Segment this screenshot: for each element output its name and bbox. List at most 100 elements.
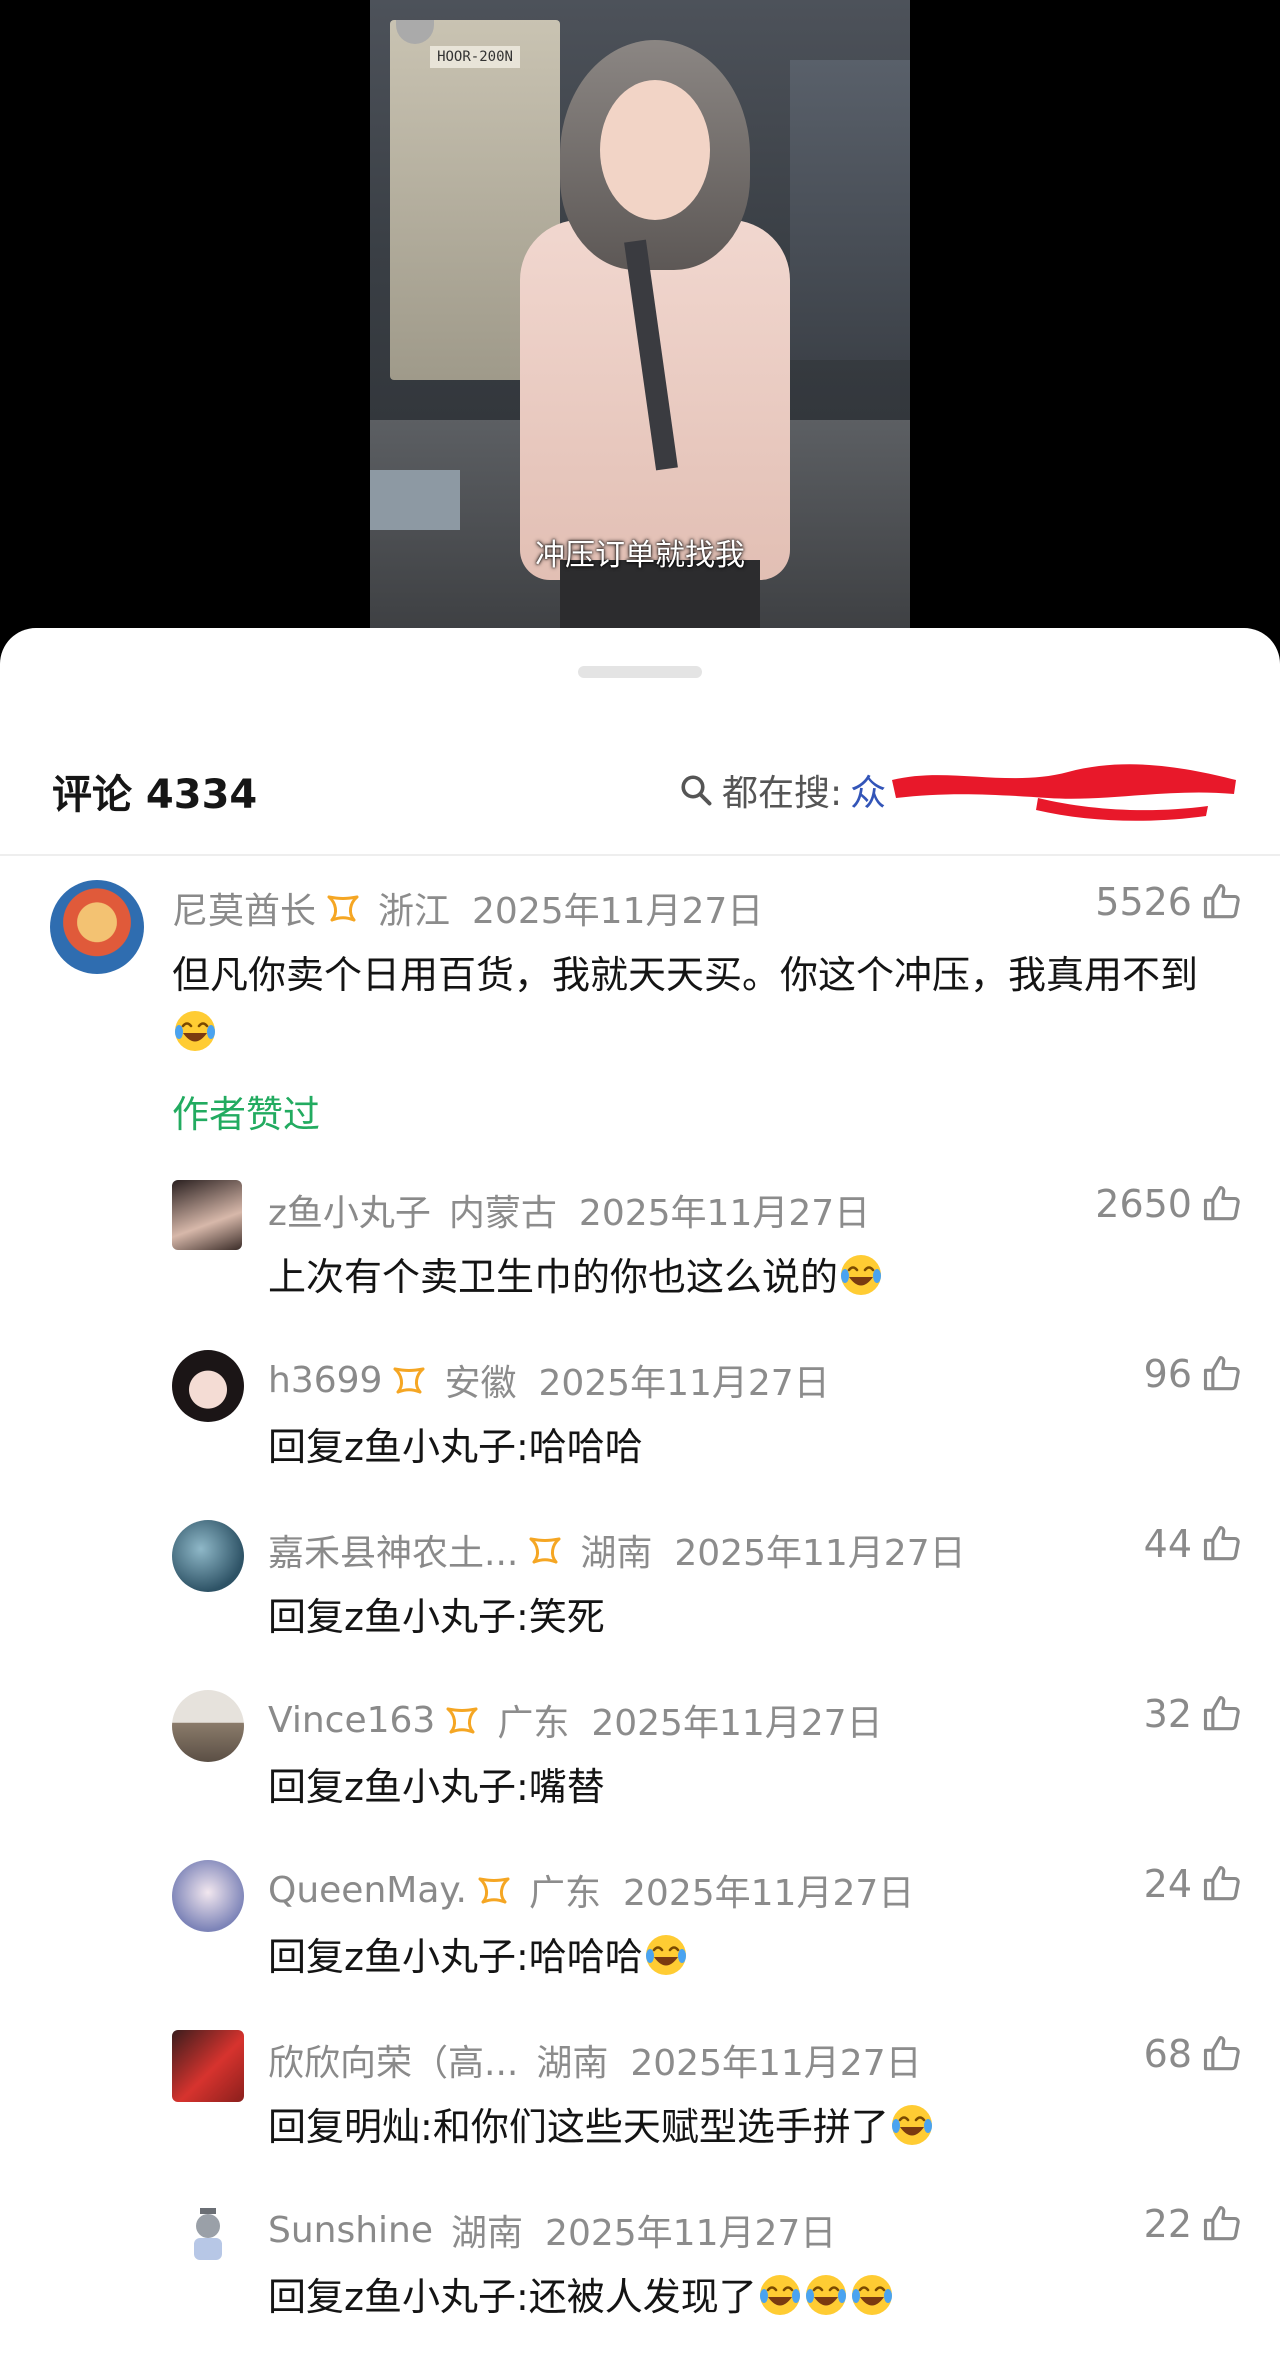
like-count: 2650 [1095, 1182, 1192, 1226]
comment-body: 上次有个卖卫生巾的你也这么说的 [268, 1255, 839, 1299]
comment-body: :嘴替 [515, 1765, 605, 1809]
thumbs-up-icon [1203, 2205, 1240, 2241]
comment-location: 广东 [529, 1873, 602, 1914]
comment-body: :哈哈哈 [515, 1935, 643, 1979]
comment-text: 回复z鱼小丸子:哈哈哈 [268, 1418, 643, 1476]
comments-count-title: 评论 4334 [52, 772, 258, 818]
avatar[interactable] [172, 1350, 244, 1422]
comment-username[interactable]: QueenMay. [268, 1870, 467, 1911]
reply-prefix: 回复 [268, 1425, 345, 1469]
like-button[interactable]: 68 [1144, 2032, 1244, 2076]
like-button[interactable]: 5526 [1095, 880, 1244, 924]
like-button[interactable]: 2650 [1095, 1182, 1244, 1226]
comment-location: 浙江 [378, 891, 451, 932]
thumbs-up-icon [1203, 883, 1240, 919]
comment-meta: 嘉禾县神农土... 湖南 2025年11月27日 [268, 1524, 966, 1576]
comment-username[interactable]: 尼莫酋长 [172, 882, 316, 934]
comment-text: 但凡你卖个日用百货，我就天天买。你这个冲压，我真用不到 [172, 946, 1232, 1062]
avatar[interactable] [172, 1690, 244, 1762]
comment-meta: 尼莫酋长 浙江 2025年11月27日 [172, 882, 763, 934]
comment-date: 2025年11月27日 [623, 1873, 915, 1914]
comment-meta: 欣欣向荣（高... 湖南 2025年11月27日 [268, 2034, 922, 2086]
comment-date: 2025年11月27日 [545, 2213, 837, 2254]
laugh-cry-emoji [759, 2275, 800, 2315]
comment-text: 回复z鱼小丸子:还被人发现了 [268, 2268, 895, 2326]
comment-meta: QueenMay. 广东 2025年11月27日 [268, 1864, 914, 1916]
comment-date: 2025年11月27日 [538, 1363, 830, 1404]
author-liked-label: 作者赞过 [172, 1093, 320, 1136]
avatar[interactable] [172, 1520, 244, 1592]
video-subtitle: 冲压订单就找我 [535, 538, 745, 573]
reply-prefix: 回复 [268, 2275, 345, 2319]
comment-text: 回复明灿:和你们这些天赋型选手拼了 [268, 2098, 935, 2156]
search-hint-prefix: 都在搜: [722, 773, 843, 814]
comment-body: :还被人发现了 [515, 2275, 757, 2319]
comment-text: 上次有个卖卫生巾的你也这么说的 [268, 1248, 1228, 1306]
comment-location: 湖南 [536, 2043, 609, 2084]
comment-location: 湖南 [451, 2213, 524, 2254]
comment-date: 2025年11月27日 [630, 2043, 922, 2084]
comment-username[interactable]: 欣欣向荣（高... [268, 2034, 518, 2086]
video-player[interactable]: HOOR-200N 冲压订单就找我 [0, 0, 1280, 660]
like-button[interactable]: 96 [1144, 1352, 1244, 1396]
creator-badge-icon [446, 1707, 478, 1734]
reply-prefix: 回复 [268, 2105, 345, 2149]
comment-date: 2025年11月27日 [578, 1193, 871, 1234]
like-button[interactable]: 44 [1144, 1522, 1244, 1566]
reply-mention[interactable]: z鱼小丸子 [344, 1425, 516, 1469]
reply-mention[interactable]: z鱼小丸子 [344, 2275, 516, 2319]
reply-mention[interactable]: z鱼小丸子 [344, 1765, 516, 1809]
comment-meta: h3699 安徽 2025年11月27日 [268, 1354, 830, 1406]
thumbs-up-icon [1203, 1695, 1240, 1731]
like-count: 5526 [1095, 880, 1192, 924]
like-count: 24 [1143, 1862, 1192, 1906]
comment-date: 2025年11月27日 [591, 1703, 883, 1744]
thumbs-up-icon [1203, 1355, 1240, 1391]
comment-text: 回复z鱼小丸子:笑死 [268, 1588, 605, 1646]
reply-mention[interactable]: 明灿 [344, 2105, 420, 2149]
comment-text: 回复z鱼小丸子:哈哈哈 [268, 1928, 689, 1986]
reply-mention[interactable]: z鱼小丸子 [344, 1595, 516, 1639]
search-icon [681, 775, 712, 806]
creator-badge-icon [327, 895, 359, 922]
thumbs-up-icon [1203, 1865, 1240, 1901]
comment-username[interactable]: 嘉禾县神农土... [268, 1524, 518, 1576]
laugh-cry-emoji [891, 2105, 932, 2145]
like-count: 32 [1143, 1692, 1192, 1736]
reply-prefix: 回复 [268, 1595, 345, 1639]
avatar[interactable] [172, 1180, 242, 1250]
ceiling-lamp-image [396, 20, 434, 44]
avatar[interactable] [50, 880, 144, 974]
comment-meta: z鱼小丸子 内蒙古 2025年11月27日 [268, 1184, 870, 1236]
trending-search-link[interactable]: 都在搜: 众 [678, 764, 886, 816]
avatar[interactable] [172, 2030, 244, 2102]
thumbs-up-icon [1203, 1525, 1240, 1561]
comment-meta: Vince163 广东 2025年11月27日 [268, 1694, 883, 1746]
comment-location: 湖南 [580, 1533, 653, 1574]
comment-body: 但凡你卖个日用百货，我就天天买。你这个冲压，我真用不到 [172, 953, 1199, 997]
comment-meta: Sunshine 湖南 2025年11月27日 [268, 2204, 836, 2256]
like-count: 22 [1143, 2202, 1192, 2246]
comment-location: 内蒙古 [448, 1193, 557, 1234]
sheet-drag-handle[interactable] [578, 666, 702, 678]
search-hint-term: 众 [850, 773, 887, 814]
comment-location: 安徽 [444, 1363, 517, 1404]
creator-badge-icon [478, 1877, 510, 1904]
like-button[interactable]: 32 [1144, 1692, 1244, 1736]
comment-username[interactable]: h3699 [268, 1360, 382, 1401]
comment-body: :笑死 [515, 1595, 605, 1639]
background-machinery-image [790, 60, 910, 360]
comment-text: 回复z鱼小丸子:嘴替 [268, 1758, 605, 1816]
reply-mention[interactable]: z鱼小丸子 [344, 1935, 516, 1979]
avatar[interactable] [172, 1860, 244, 1932]
comment-username[interactable]: Vince163 [268, 1700, 435, 1741]
like-button[interactable]: 24 [1144, 1862, 1244, 1906]
comment-username[interactable]: Sunshine [268, 2210, 433, 2251]
redaction-scribble [892, 764, 1236, 821]
comment-date: 2025年11月27日 [674, 1533, 966, 1574]
comment-date: 2025年11月27日 [472, 891, 764, 932]
like-button[interactable]: 22 [1144, 2202, 1244, 2246]
comment-username[interactable]: z鱼小丸子 [268, 1184, 431, 1236]
like-count: 44 [1143, 1522, 1192, 1566]
avatar[interactable] [172, 2200, 244, 2272]
